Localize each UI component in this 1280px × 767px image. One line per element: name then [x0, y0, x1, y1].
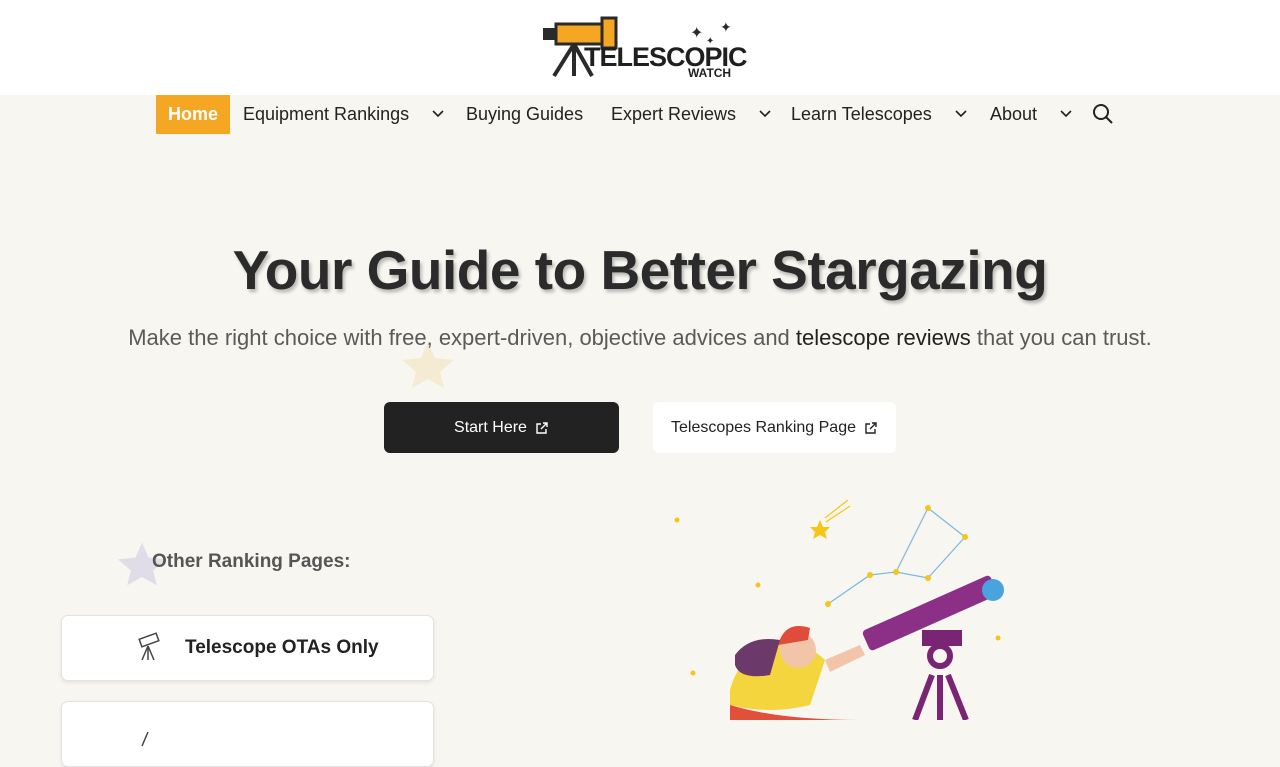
hero-subtitle-text: Make the right choice with free, expert-…	[128, 325, 796, 350]
chevron-down-icon	[432, 110, 444, 118]
ranking-card-telescope-otas[interactable]: Telescope OTAs Only	[61, 615, 434, 681]
button-label: Telescopes Ranking Page	[670, 418, 856, 436]
svg-text:✦: ✦	[690, 23, 703, 42]
svg-text:✦: ✦	[720, 20, 732, 36]
telescope-reviews-link[interactable]: telescope reviews	[796, 325, 971, 350]
logo-subtext: WATCH	[688, 66, 732, 80]
external-link-icon	[865, 421, 877, 434]
hero-title: Your Guide to Better Stargazing	[232, 239, 1048, 301]
ranking-card-2[interactable]	[61, 701, 434, 767]
main-nav: Home Equipment Rankings Buying Guides Ex…	[0, 95, 1280, 134]
other-rankings-heading: Other Ranking Pages:	[152, 551, 351, 572]
nav-item-home[interactable]: Home	[156, 95, 231, 134]
external-link-icon	[536, 421, 548, 434]
stargazer-illustration	[674, 499, 1004, 720]
chevron-down-icon	[955, 110, 967, 118]
site-logo[interactable]: ✦ ✦ ✦ TELESCOPIC WATCH	[540, 14, 748, 82]
hero-subtitle: Make the right choice with free, expert-…	[0, 325, 1280, 351]
telescopes-ranking-button[interactable]: Telescopes Ranking Page	[653, 402, 896, 453]
nav-item-label: Home	[168, 104, 219, 124]
nav-item-learn-telescopes[interactable]: Learn Telescopes	[791, 95, 971, 134]
nav-item-expert-reviews[interactable]: Expert Reviews	[611, 95, 775, 134]
nav-item-label: Learn Telescopes	[791, 104, 932, 124]
telescope-icon	[141, 731, 149, 747]
chevron-down-icon	[759, 110, 771, 118]
hero-subtitle-text: that you can trust.	[970, 325, 1152, 350]
ranking-card-label: Telescope OTAs Only	[185, 637, 379, 658]
nav-item-label: Buying Guides	[466, 104, 584, 124]
nav-item-about[interactable]: About	[990, 95, 1076, 134]
nav-item-buying-guides[interactable]: Buying Guides	[466, 95, 583, 134]
nav-item-equipment-rankings[interactable]: Equipment Rankings	[243, 95, 448, 134]
start-here-button[interactable]: Start Here	[384, 402, 619, 453]
nav-item-label: About	[990, 104, 1038, 124]
button-label: Start Here	[454, 418, 527, 436]
search-icon[interactable]	[1092, 103, 1114, 125]
nav-item-label: Expert Reviews	[611, 104, 737, 124]
site-header: ✦ ✦ ✦ TELESCOPIC WATCH	[0, 0, 1280, 95]
chevron-down-icon	[1060, 110, 1072, 118]
telescope-icon	[138, 632, 160, 661]
nav-item-label: Equipment Rankings	[243, 104, 410, 124]
